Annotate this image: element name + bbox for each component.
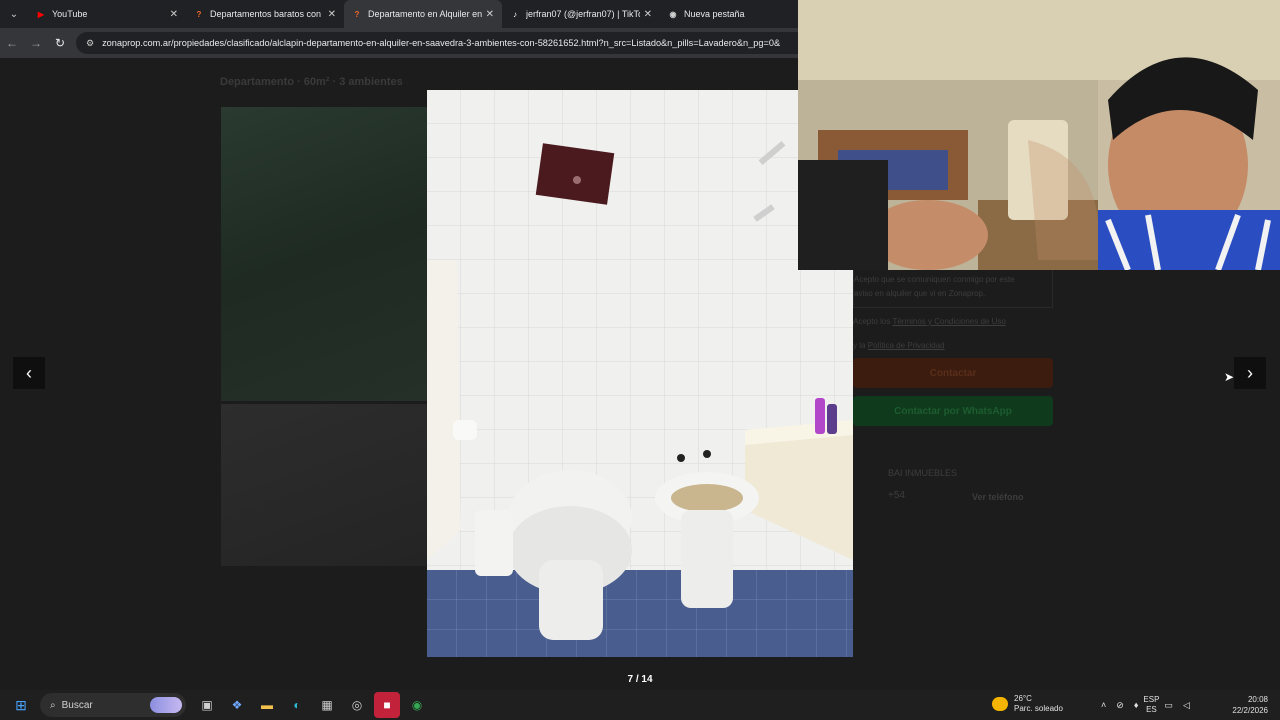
- tab-title: Nueva pestaña: [684, 9, 745, 19]
- os-taskbar: ⊞ ⌕ Buscar ▣ ❖ ▬ ◐ ▦ ◎ ■ ◉ 26°C Parc. so…: [0, 690, 1280, 720]
- tab-tiktok[interactable]: ♪ jerfran07 (@jerfran07) | TikTok ✕: [502, 0, 660, 28]
- taskbar-search-input[interactable]: ⌕ Buscar: [40, 693, 186, 717]
- clock-time: 20:08: [1247, 695, 1268, 704]
- whatsapp-button[interactable]: Contactar por WhatsApp: [853, 396, 1053, 426]
- close-tab-icon[interactable]: ✕: [170, 9, 178, 20]
- reload-icon[interactable]: ↻: [48, 31, 72, 55]
- chrome-icon[interactable]: ◉: [404, 692, 430, 718]
- search-icon: ⌕: [50, 699, 56, 711]
- notice-line-2: aviso en alquiler que vi en Zonaprop.: [854, 289, 986, 298]
- tab-title: Departamento en Alquiler en S: [368, 9, 482, 19]
- task-view-icon[interactable]: ▣: [194, 692, 220, 718]
- chrome-icon: ◉: [669, 9, 677, 19]
- agency-name: BAI INMUEBLES: [888, 468, 958, 478]
- widgets-icon[interactable]: ❖: [224, 692, 250, 718]
- weather-temp: 26°C: [1014, 694, 1032, 703]
- file-explorer-icon[interactable]: ▬: [254, 692, 280, 718]
- privacy-link[interactable]: Política de Privacidad: [868, 341, 945, 350]
- chevron-up-icon[interactable]: ˄: [1101, 700, 1106, 710]
- listing-photo-main: [221, 107, 427, 401]
- weather-widget[interactable]: 26°C Parc. soleado: [992, 694, 1063, 714]
- gallery-counter: 7 / 14: [627, 674, 653, 685]
- mouse-cursor-icon: ➤: [1224, 370, 1235, 384]
- gallery-photo: [427, 90, 853, 657]
- system-clock[interactable]: 20:08 22/2/2026: [1224, 694, 1268, 716]
- webcam-overlay: [798, 0, 1280, 270]
- search-label: Buscar: [61, 699, 93, 711]
- listing-photo-secondary: [221, 404, 427, 566]
- forward-icon[interactable]: →: [24, 31, 48, 55]
- tab-title: YouTube: [52, 9, 88, 19]
- tab-nueva-pestana[interactable]: ◉ Nueva pestaña: [660, 0, 818, 28]
- notice-line-1: Acepto que se comuniquen conmigo por est…: [854, 275, 1015, 284]
- edge-icon[interactable]: ◐: [284, 692, 310, 718]
- contact-notice-box: Acepto que se comuniquen conmigo por est…: [853, 268, 1053, 308]
- microphone-icon[interactable]: ♦: [1134, 700, 1139, 710]
- agency-phone: +54: [888, 490, 905, 501]
- chevron-left-icon: ‹: [26, 362, 32, 383]
- weather-sun-icon: [992, 697, 1008, 711]
- close-tab-icon[interactable]: ✕: [644, 9, 652, 20]
- zonaprop-icon: ?: [354, 9, 360, 19]
- microsoft-store-icon[interactable]: ▦: [314, 692, 340, 718]
- site-settings-icon[interactable]: ⚙: [86, 38, 94, 49]
- clock-date: 22/2/2026: [1232, 706, 1268, 715]
- tab-youtube[interactable]: ▶ YouTube ✕: [28, 0, 186, 28]
- webcam-feed-illustration: [798, 0, 1280, 270]
- close-tab-icon[interactable]: ✕: [328, 9, 336, 20]
- language-indicator[interactable]: ESP ES: [1143, 695, 1159, 715]
- terms-prefix: Acepto los: [853, 317, 891, 326]
- listing-title: Departamento · 60m² · 3 ambientes: [220, 76, 403, 88]
- previous-photo-button[interactable]: ‹: [13, 357, 45, 389]
- tab-departamento-alquiler[interactable]: ? Departamento en Alquiler en S ✕: [344, 0, 502, 28]
- back-icon[interactable]: ←: [0, 31, 24, 55]
- chevron-right-icon: ›: [1247, 362, 1253, 383]
- tab-departamentos-baratos[interactable]: ? Departamentos baratos con 2 d ✕: [186, 0, 344, 28]
- tiktok-icon: ♪: [513, 9, 517, 19]
- system-tray: ˄ ⊘ ♦ ESP ES ▭ ◁: [1096, 690, 1195, 720]
- contact-button[interactable]: Contactar: [853, 358, 1053, 388]
- url-text: zonaprop.com.ar/propiedades/clasificado/…: [102, 38, 781, 48]
- next-photo-button[interactable]: ›: [1234, 357, 1266, 389]
- windows-start-icon[interactable]: ⊞: [8, 692, 34, 718]
- youtube-icon: ▶: [37, 9, 45, 19]
- close-tab-icon[interactable]: ✕: [486, 9, 494, 20]
- tab-title: Departamentos baratos con 2 d: [210, 9, 324, 19]
- tab-title: jerfran07 (@jerfran07) | TikTok: [526, 9, 640, 19]
- zonaprop-icon: ?: [196, 9, 202, 19]
- bathroom-photo-illustration: [427, 90, 853, 657]
- terms-link[interactable]: Términos y Condiciones de Uso: [892, 317, 1005, 326]
- no-camera-icon[interactable]: ⊘: [1116, 700, 1124, 711]
- language-top: ESP: [1143, 695, 1160, 704]
- privacy-prefix: y la: [853, 341, 866, 350]
- network-icon[interactable]: ▭: [1164, 700, 1173, 711]
- volume-icon[interactable]: ◁: [1183, 700, 1190, 711]
- recording-app-icon[interactable]: ■: [374, 692, 400, 718]
- search-highlight-icon: [150, 697, 182, 713]
- tab-search-chevron-icon[interactable]: ⌄: [0, 0, 28, 28]
- terms-line: Acepto los Términos y Condiciones de Uso: [853, 317, 1006, 326]
- obs-icon[interactable]: ◎: [344, 692, 370, 718]
- view-phone-button[interactable]: Ver teléfono: [972, 492, 1024, 502]
- weather-desc: Parc. soleado: [1014, 704, 1063, 713]
- language-bottom: ES: [1146, 705, 1157, 714]
- privacy-line: y la Política de Privacidad: [853, 341, 945, 350]
